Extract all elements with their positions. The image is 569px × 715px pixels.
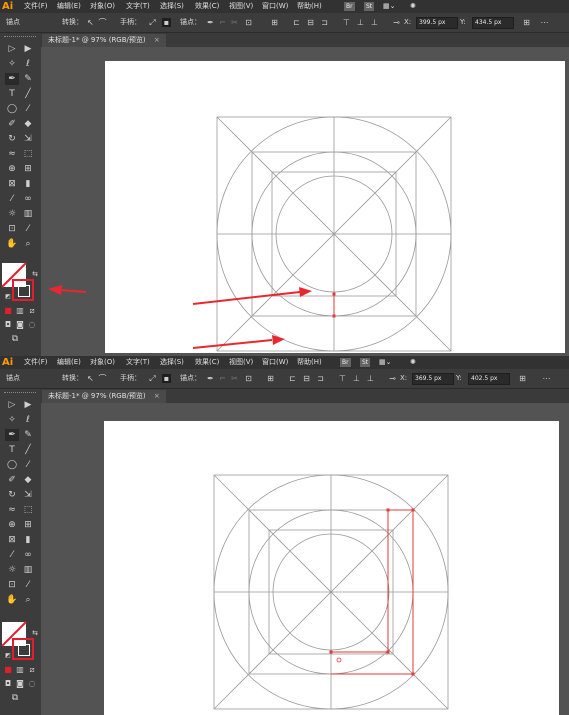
arrow-to-stroke-line: [59, 289, 87, 293]
arrow-to-anchor-line: [192, 291, 301, 305]
anchor-point-top-right[interactable]: [411, 508, 415, 512]
screenshot-1: Ai 文件(F) 编辑(E) 对象(O) 文字(T) 选择(S) 效果(C) 视…: [0, 0, 569, 356]
anchor-point-top-left[interactable]: [386, 508, 390, 512]
arrow-to-stroke-head: [48, 285, 62, 295]
arrow-to-circle-line: [192, 339, 273, 349]
arrow-to-circle-head: [272, 335, 285, 345]
screenshot-2: Ai 文件(F) 编辑(E) 对象(O) 文字(T) 选择(S) 效果(C) 视…: [0, 356, 569, 715]
anchor-point-start[interactable]: [329, 650, 333, 654]
anchor-point-top[interactable]: [332, 292, 336, 296]
anchor-point-bottom-right[interactable]: [411, 672, 415, 676]
drawing-layer: [213, 474, 449, 710]
anchor-point-bottom[interactable]: [332, 314, 336, 318]
arrow-to-anchor-head: [299, 287, 312, 297]
pen-cursor-icon: [336, 657, 342, 663]
anchor-point-inner-corner[interactable]: [386, 650, 390, 654]
annotation-arrows: [48, 285, 312, 349]
drawing-layer: [48, 116, 452, 352]
